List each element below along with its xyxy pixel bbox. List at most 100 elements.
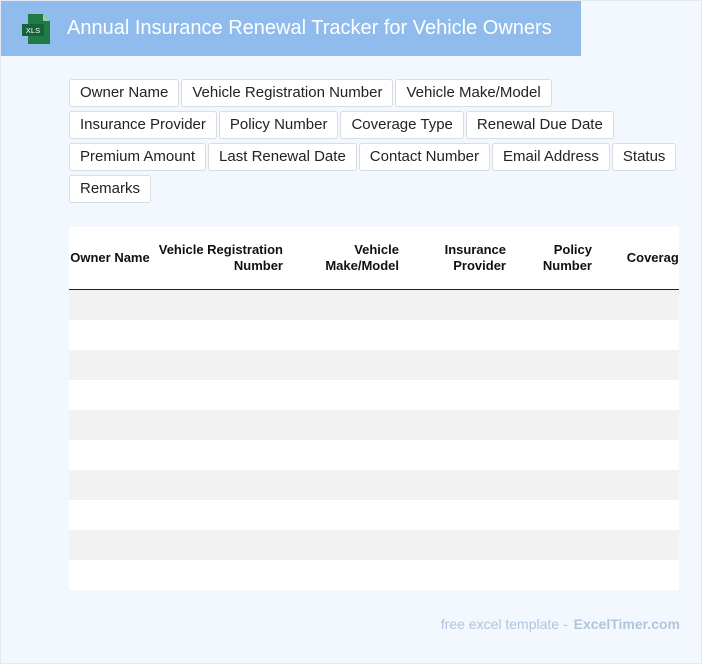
table-header-row: Owner Name Vehicle Registration Number Veh… xyxy=(69,227,679,290)
table-cell[interactable] xyxy=(516,500,602,530)
table-cell[interactable] xyxy=(69,410,151,440)
field-chip[interactable]: Insurance Provider xyxy=(69,111,217,139)
table-cell[interactable] xyxy=(69,440,151,470)
column-header[interactable]: Policy Number xyxy=(516,227,602,290)
page-title: Annual Insurance Renewal Tracker for Veh… xyxy=(67,17,552,39)
table-cell[interactable] xyxy=(516,289,602,320)
field-chip[interactable]: Owner Name xyxy=(69,79,180,107)
table-cell[interactable] xyxy=(69,530,151,560)
table-cell[interactable] xyxy=(151,289,293,320)
table-cell[interactable] xyxy=(602,470,679,500)
table-cell[interactable] xyxy=(409,289,516,320)
field-chip[interactable]: Vehicle Registration Number xyxy=(181,79,394,107)
column-header[interactable]: Vehicle Registration Number xyxy=(151,227,293,290)
tracker-table: Owner Name Vehicle Registration Number Veh… xyxy=(69,227,679,590)
footer-text: free excel template - xyxy=(440,616,568,632)
field-chip[interactable]: Remarks xyxy=(69,175,152,203)
table-row xyxy=(69,470,679,500)
table-cell[interactable] xyxy=(516,560,602,590)
footer-brand-link[interactable]: ExcelTimer.com xyxy=(574,616,680,632)
table-cell[interactable] xyxy=(151,350,293,380)
table-cell[interactable] xyxy=(516,350,602,380)
table-cell[interactable] xyxy=(516,410,602,440)
table-row xyxy=(69,380,679,410)
field-chip[interactable]: Premium Amount xyxy=(69,143,207,171)
table-cell[interactable] xyxy=(151,320,293,350)
table-row xyxy=(69,350,679,380)
field-chip[interactable]: Email Address xyxy=(492,143,610,171)
table-row xyxy=(69,500,679,530)
table-cell[interactable] xyxy=(293,500,409,530)
table-cell[interactable] xyxy=(151,440,293,470)
table-cell[interactable] xyxy=(602,289,679,320)
table-cell[interactable] xyxy=(293,350,409,380)
table-cell[interactable] xyxy=(69,380,151,410)
table-cell[interactable] xyxy=(409,380,516,410)
table-cell[interactable] xyxy=(151,380,293,410)
field-chip[interactable]: Last Renewal Date xyxy=(208,143,357,171)
table-cell[interactable] xyxy=(602,350,679,380)
table-cell[interactable] xyxy=(602,410,679,440)
table-cell[interactable] xyxy=(69,470,151,500)
table-cell[interactable] xyxy=(516,440,602,470)
table-row xyxy=(69,289,679,320)
table-cell[interactable] xyxy=(409,500,516,530)
icon-label: XLS xyxy=(26,26,40,35)
column-header[interactable]: Insurance Provider xyxy=(409,227,516,290)
column-header[interactable]: Vehicle Make/Model xyxy=(293,227,409,290)
table-cell[interactable] xyxy=(516,530,602,560)
table-cell[interactable] xyxy=(293,470,409,500)
excel-file-icon: XLS xyxy=(22,14,50,44)
table-cell[interactable] xyxy=(293,289,409,320)
field-chip[interactable]: Coverage Type xyxy=(340,111,464,139)
table-cell[interactable] xyxy=(602,500,679,530)
table-cell[interactable] xyxy=(151,410,293,440)
column-header[interactable]: Owner Name xyxy=(69,227,151,290)
table-cell[interactable] xyxy=(69,560,151,590)
field-chip[interactable]: Policy Number xyxy=(218,111,339,139)
table-cell[interactable] xyxy=(602,440,679,470)
table-cell[interactable] xyxy=(409,350,516,380)
field-chip-list: Owner Name Vehicle Registration Number Veh… xyxy=(69,79,689,203)
table-cell[interactable] xyxy=(602,380,679,410)
table-cell[interactable] xyxy=(151,560,293,590)
footer-credit: free excel template - ExcelTimer.com xyxy=(441,616,680,632)
table-cell[interactable] xyxy=(69,500,151,530)
table-cell[interactable] xyxy=(151,500,293,530)
table-row xyxy=(69,440,679,470)
field-chip[interactable]: Vehicle Make/Model xyxy=(395,79,552,107)
table-cell[interactable] xyxy=(516,320,602,350)
table-cell[interactable] xyxy=(69,289,151,320)
table-cell[interactable] xyxy=(602,320,679,350)
table-cell[interactable] xyxy=(151,470,293,500)
table-cell[interactable] xyxy=(293,530,409,560)
table-cell[interactable] xyxy=(409,530,516,560)
table-cell[interactable] xyxy=(293,320,409,350)
table-cell[interactable] xyxy=(409,560,516,590)
table-cell[interactable] xyxy=(602,530,679,560)
table-cell[interactable] xyxy=(151,530,293,560)
table-cell[interactable] xyxy=(516,380,602,410)
table-cell[interactable] xyxy=(409,320,516,350)
column-header[interactable]: Coverage Type xyxy=(602,227,679,290)
table-cell[interactable] xyxy=(293,440,409,470)
field-chip[interactable]: Contact Number xyxy=(358,143,491,171)
table-row xyxy=(69,410,679,440)
table-row xyxy=(69,560,679,590)
table-row xyxy=(69,320,679,350)
table-body xyxy=(69,289,679,590)
table-cell[interactable] xyxy=(293,380,409,410)
table-cell[interactable] xyxy=(409,410,516,440)
table-cell[interactable] xyxy=(409,440,516,470)
table-cell[interactable] xyxy=(293,410,409,440)
title-banner: XLS Annual Insurance Renewal Tracker for… xyxy=(1,1,581,56)
table-cell[interactable] xyxy=(69,320,151,350)
table-cell[interactable] xyxy=(602,560,679,590)
table-cell[interactable] xyxy=(409,470,516,500)
table-cell[interactable] xyxy=(69,350,151,380)
field-chip[interactable]: Renewal Due Date xyxy=(465,111,614,139)
table-cell[interactable] xyxy=(293,560,409,590)
field-chip[interactable]: Status xyxy=(611,143,677,171)
table-cell[interactable] xyxy=(516,470,602,500)
page: XLS Annual Insurance Renewal Tracker for… xyxy=(0,0,702,664)
